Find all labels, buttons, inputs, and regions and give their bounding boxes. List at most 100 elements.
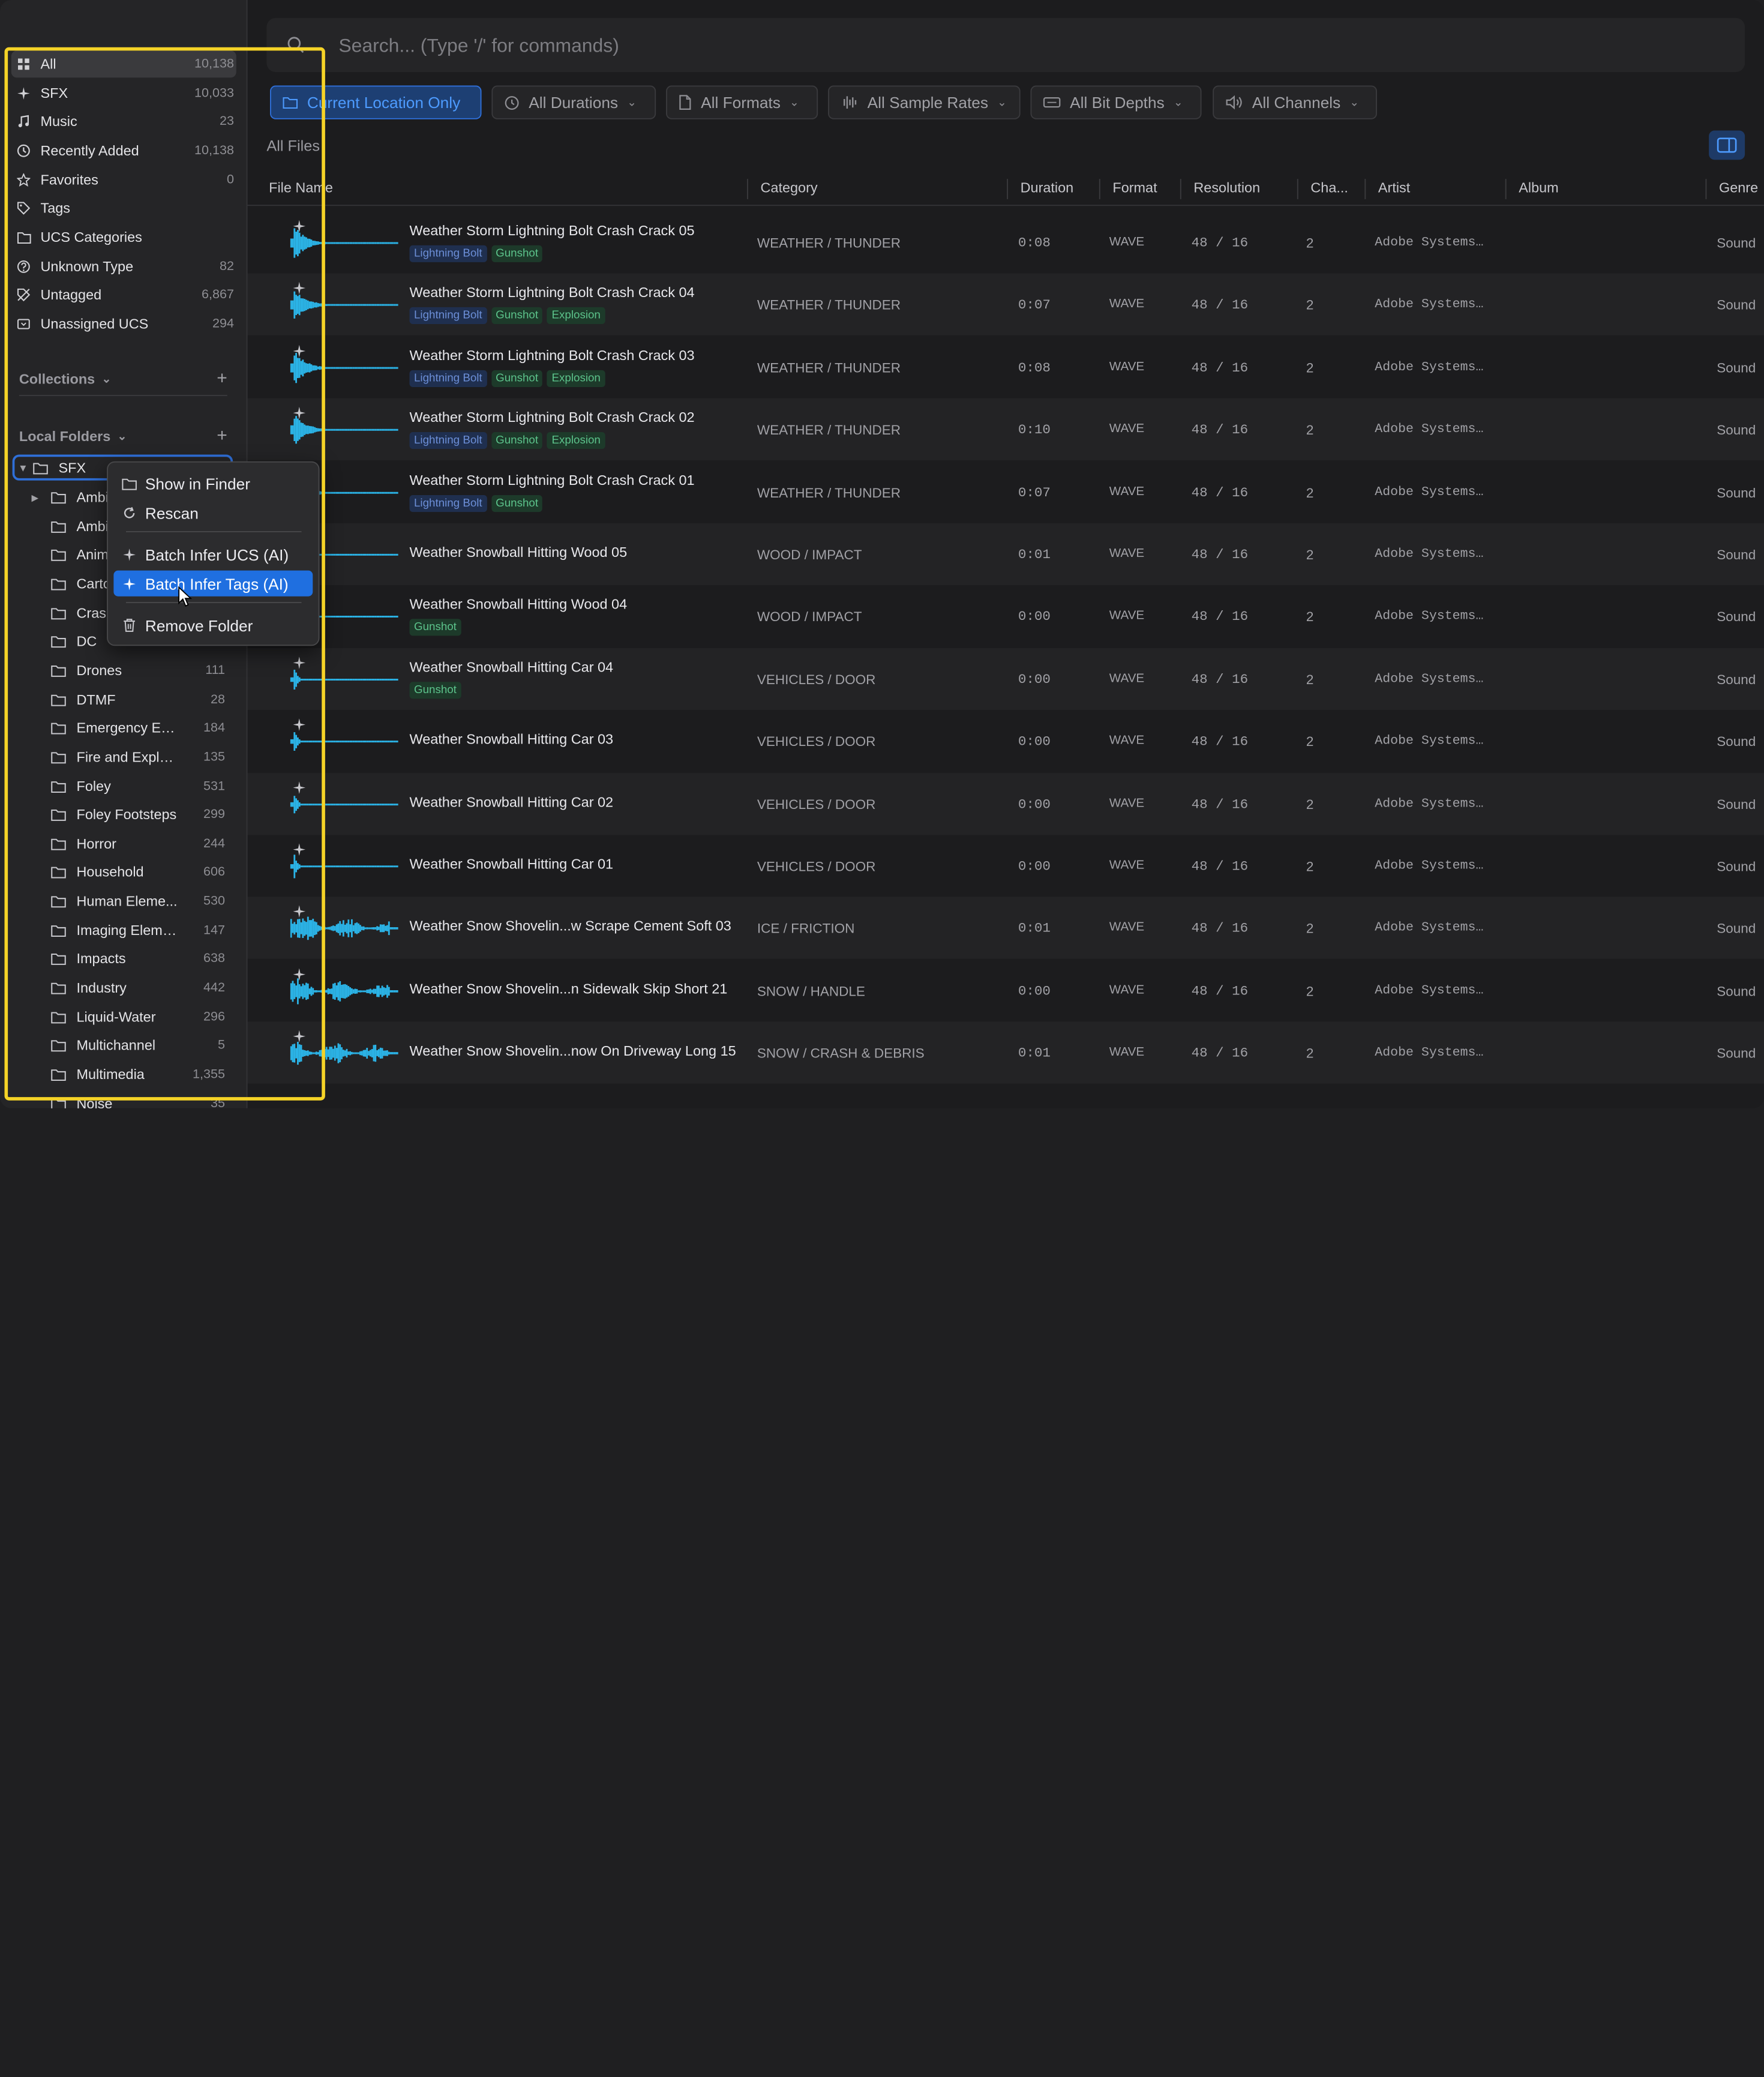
- table-row[interactable]: Weather Snow Shovelin...n Sidewalk Skip …: [248, 960, 1764, 1021]
- column-resize-handle[interactable]: [1706, 179, 1707, 199]
- column-resize-handle[interactable]: [1297, 179, 1298, 199]
- tag-chip[interactable]: Lightning Bolt: [410, 245, 487, 262]
- waveform-thumbnail[interactable]: [290, 906, 398, 951]
- column-resize-handle[interactable]: [747, 179, 748, 199]
- filter-current-location-only[interactable]: Current Location Only: [270, 86, 482, 119]
- folder-item[interactable]: Emergency Eff...184: [32, 715, 226, 742]
- sidebar-item-all[interactable]: All10,138: [11, 50, 236, 77]
- waveform-thumbnail[interactable]: [290, 657, 398, 702]
- folder-item[interactable]: Foley531: [32, 772, 226, 799]
- filter-all-durations[interactable]: All Durations⌄: [491, 86, 656, 119]
- search-input[interactable]: [337, 32, 1691, 61]
- table-row[interactable]: Weather Storm Lightning Bolt Crash Crack…: [248, 336, 1764, 398]
- add-collection-button[interactable]: +: [217, 369, 227, 389]
- table-row[interactable]: Weather Snowball Hitting Wood 05WOOD / I…: [248, 523, 1764, 585]
- column-header[interactable]: Duration: [1021, 180, 1074, 196]
- table-row[interactable]: Weather Snowball Hitting Car 01VEHICLES …: [248, 835, 1764, 897]
- waveform-thumbnail[interactable]: [290, 221, 398, 266]
- tag-chip[interactable]: Lightning Bolt: [410, 432, 487, 449]
- filter-all-channels[interactable]: All Channels⌄: [1213, 86, 1377, 119]
- tag-chip[interactable]: Explosion: [547, 432, 605, 449]
- menu-item-remove-folder[interactable]: Remove Folder: [113, 612, 313, 638]
- waveform-thumbnail[interactable]: [290, 283, 398, 328]
- tag-chip[interactable]: Explosion: [547, 370, 605, 386]
- folder-item[interactable]: Liquid-Water296: [32, 1003, 226, 1030]
- filter-all-sample-rates[interactable]: All Sample Rates⌄: [828, 86, 1021, 119]
- sidebar-item-ucs-categories[interactable]: UCS Categories: [11, 224, 236, 251]
- column-header[interactable]: Genre: [1719, 180, 1758, 196]
- tag-chip[interactable]: Lightning Bolt: [410, 308, 487, 325]
- sidebar-item-tags[interactable]: Tags: [11, 194, 236, 221]
- folder-item[interactable]: Multimedia1,355: [32, 1061, 226, 1088]
- column-header[interactable]: Album: [1519, 180, 1558, 196]
- waveform-thumbnail[interactable]: [290, 1031, 398, 1076]
- table-row[interactable]: Weather Snowball Hitting Car 03VEHICLES …: [248, 710, 1764, 772]
- waveform-thumbnail[interactable]: [290, 407, 398, 452]
- column-header[interactable]: Cha...: [1310, 180, 1348, 196]
- folder-item[interactable]: Human Eleme...530: [32, 888, 226, 915]
- column-resize-handle[interactable]: [1180, 179, 1181, 199]
- table-row[interactable]: Weather Snow Shovelin...w Scrape Cement …: [248, 897, 1764, 959]
- tag-chip[interactable]: Gunshot: [410, 619, 461, 636]
- tag-chip[interactable]: Gunshot: [410, 682, 461, 699]
- filter-all-bit-depths[interactable]: All Bit Depths⌄: [1031, 86, 1202, 119]
- disclosure-closed-icon[interactable]: ▶: [32, 492, 47, 502]
- tag-chip[interactable]: Explosion: [547, 308, 605, 325]
- column-resize-handle[interactable]: [1007, 179, 1008, 199]
- add-folder-button[interactable]: +: [217, 427, 227, 447]
- collections-header[interactable]: Collections ⌄ +: [19, 368, 227, 391]
- waveform-thumbnail[interactable]: [290, 844, 398, 889]
- tag-chip[interactable]: Lightning Bolt: [410, 494, 487, 511]
- disclosure-open-icon[interactable]: ▼: [18, 463, 29, 474]
- column-header[interactable]: Format: [1112, 180, 1157, 196]
- folder-item[interactable]: Imaging Eleme...147: [32, 917, 226, 944]
- folder-item[interactable]: Impacts638: [32, 946, 226, 973]
- local-folders-header[interactable]: Local Folders ⌄ +: [19, 425, 227, 448]
- waveform-thumbnail[interactable]: [290, 345, 398, 390]
- menu-item-rescan[interactable]: Rescan: [113, 500, 313, 526]
- tag-chip[interactable]: Gunshot: [491, 245, 543, 262]
- sidebar-item-untagged[interactable]: Untagged6,867: [11, 281, 236, 308]
- folder-item[interactable]: Household606: [32, 859, 226, 886]
- tag-chip[interactable]: Lightning Bolt: [410, 370, 487, 386]
- column-header[interactable]: Resolution: [1193, 180, 1260, 196]
- folder-item[interactable]: Fire and Explo...135: [32, 744, 226, 771]
- sidebar-item-favorites[interactable]: Favorites0: [11, 167, 236, 194]
- tag-chip[interactable]: Gunshot: [491, 432, 543, 449]
- search-bar[interactable]: [266, 18, 1745, 72]
- table-row[interactable]: Weather Storm Lightning Bolt Crash Crack…: [248, 212, 1764, 274]
- toggle-panel-button[interactable]: [1709, 131, 1745, 160]
- column-header[interactable]: File Name: [269, 180, 333, 196]
- folder-item[interactable]: Multichannel5: [32, 1032, 226, 1059]
- folder-item[interactable]: Noise35: [32, 1090, 226, 1108]
- folder-item[interactable]: Horror244: [32, 830, 226, 857]
- table-row[interactable]: Weather Storm Lightning Bolt Crash Crack…: [248, 461, 1764, 523]
- folder-item[interactable]: DTMF28: [32, 686, 226, 713]
- column-resize-handle[interactable]: [1505, 179, 1507, 199]
- table-row[interactable]: Weather Snowball Hitting Car 04GunshotVE…: [248, 648, 1764, 710]
- sidebar-item-recently-added[interactable]: Recently Added10,138: [11, 137, 236, 164]
- menu-item-batch-infer-tags-ai[interactable]: Batch Infer Tags (AI): [113, 571, 313, 597]
- waveform-thumbnail[interactable]: [290, 969, 398, 1014]
- waveform-thumbnail[interactable]: [290, 781, 398, 826]
- folder-item[interactable]: Industry442: [32, 975, 226, 1002]
- tag-chip[interactable]: Gunshot: [491, 494, 543, 511]
- folder-item[interactable]: Drones111: [32, 657, 226, 684]
- tag-chip[interactable]: Gunshot: [491, 370, 543, 386]
- menu-item-show-in-finder[interactable]: Show in Finder: [113, 470, 313, 496]
- sidebar-item-unassigned-ucs[interactable]: Unassigned UCS294: [11, 311, 236, 338]
- sidebar-item-unknown-type[interactable]: Unknown Type82: [11, 253, 236, 280]
- table-row[interactable]: Weather Storm Lightning Bolt Crash Crack…: [248, 398, 1764, 460]
- table-row[interactable]: Weather Snowball Hitting Car 02VEHICLES …: [248, 772, 1764, 834]
- column-resize-handle[interactable]: [1099, 179, 1100, 199]
- folder-item[interactable]: Foley Footsteps299: [32, 801, 226, 828]
- column-header[interactable]: Category: [761, 180, 818, 196]
- sidebar-item-music[interactable]: Music23: [11, 108, 236, 135]
- column-resize-handle[interactable]: [1364, 179, 1366, 199]
- tag-chip[interactable]: Gunshot: [491, 308, 543, 325]
- sidebar-item-sfx[interactable]: SFX10,033: [11, 80, 236, 107]
- menu-item-batch-infer-ucs-ai[interactable]: Batch Infer UCS (AI): [113, 541, 313, 567]
- table-row[interactable]: Weather Snow Shovelin...now On Driveway …: [248, 1022, 1764, 1084]
- filter-all-formats[interactable]: All Formats⌄: [666, 86, 818, 119]
- column-header[interactable]: Artist: [1378, 180, 1410, 196]
